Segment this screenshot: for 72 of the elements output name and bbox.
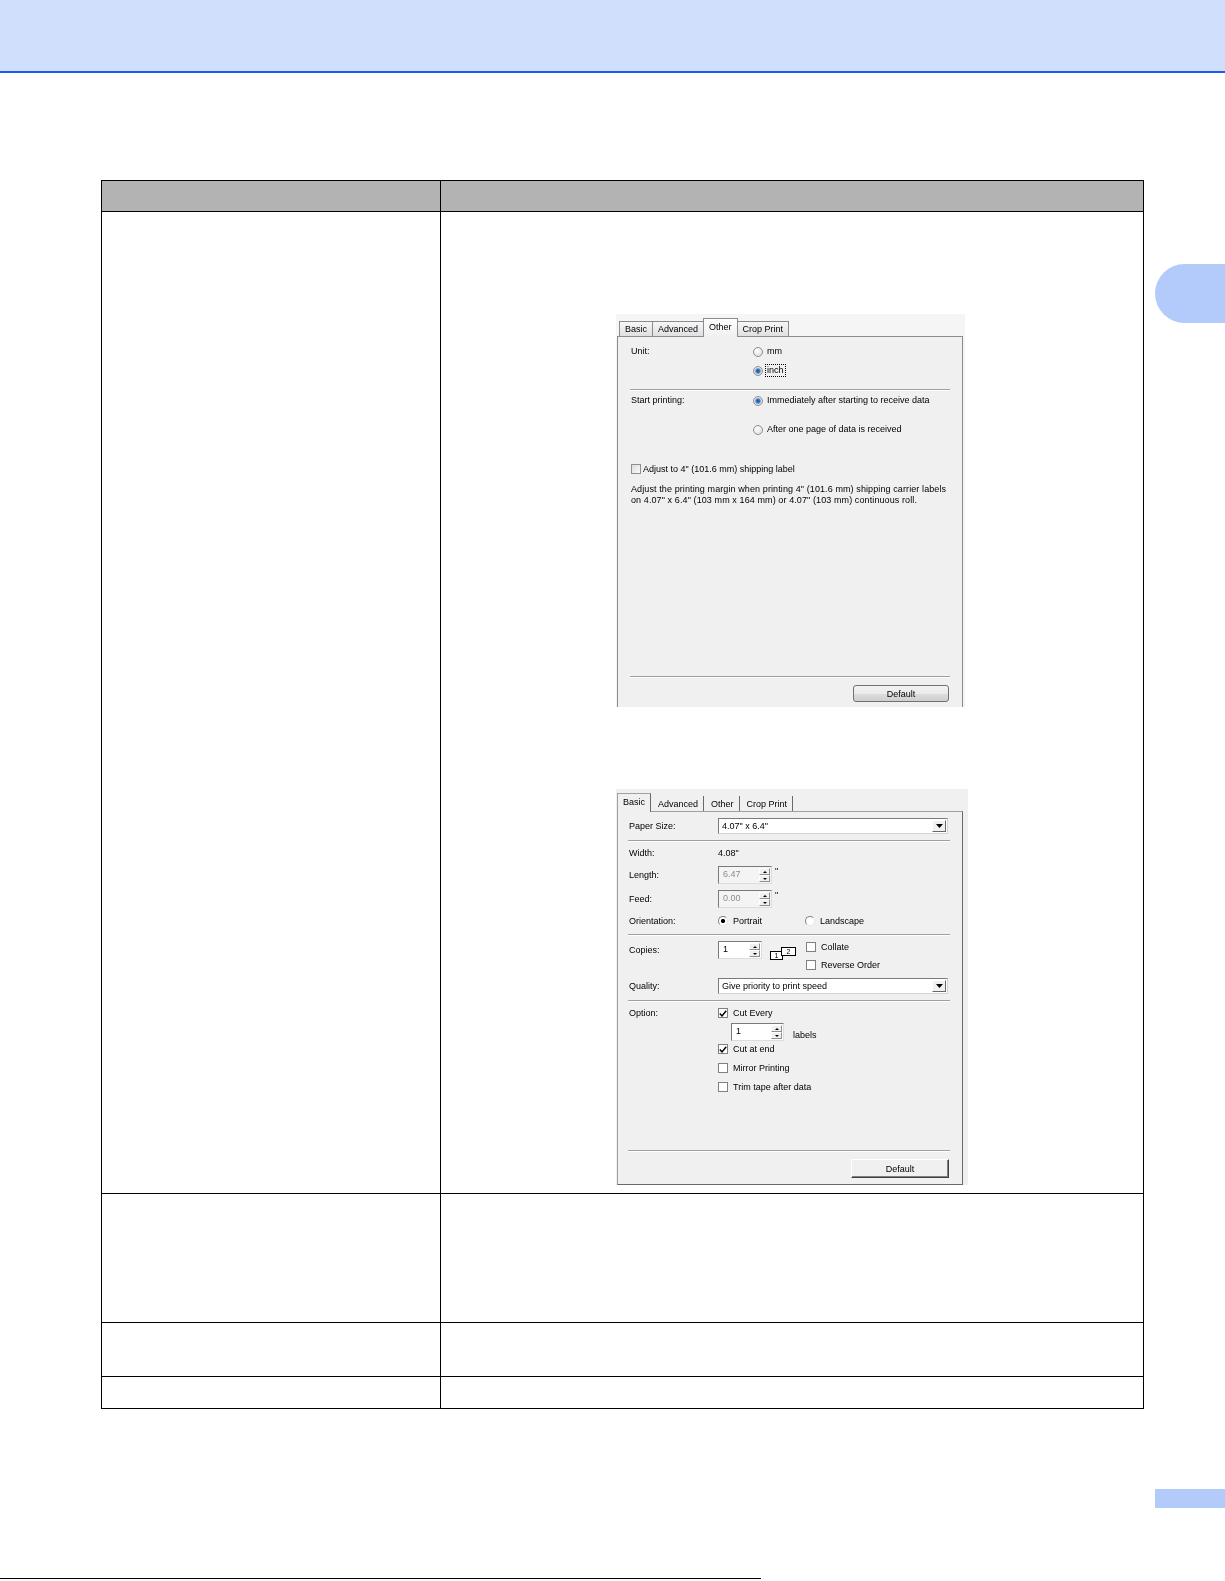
field-label: Start printing: xyxy=(631,394,685,407)
checkbox-option[interactable]: Mirror Printing xyxy=(718,1061,790,1075)
radio-option[interactable]: mm xyxy=(753,342,783,361)
checkbox-option[interactable]: Adjust to 4" (101.6 mm) shipping label xyxy=(631,459,795,478)
checkbox-option[interactable]: Cut at end xyxy=(718,1042,775,1056)
checkbox-option[interactable]: Collate xyxy=(806,940,849,954)
caret-down-icon xyxy=(752,952,757,955)
caret-down-icon xyxy=(762,877,767,880)
spin-down-button[interactable] xyxy=(771,1032,782,1039)
default-button[interactable]: Default xyxy=(853,685,949,702)
checkbox[interactable] xyxy=(718,1044,728,1054)
field-label: Unit: xyxy=(631,345,650,358)
checkbox[interactable] xyxy=(631,463,641,474)
checkmark-icon xyxy=(719,1009,727,1017)
caret-down-icon xyxy=(935,984,943,988)
checkbox[interactable] xyxy=(718,1008,728,1018)
field-label: Quality: xyxy=(629,980,660,993)
caret-up-icon xyxy=(774,1027,779,1030)
checkbox-option[interactable]: Trim tape after data xyxy=(718,1080,812,1094)
dropdown-button[interactable] xyxy=(932,980,946,992)
unit-mark: " xyxy=(775,866,779,876)
default-button[interactable]: Default xyxy=(851,1159,949,1178)
radio-button[interactable] xyxy=(753,424,763,435)
checkbox-option[interactable]: Cut Every xyxy=(718,1006,773,1020)
tab[interactable]: Advanced xyxy=(652,321,705,336)
field-label: Paper Size: xyxy=(629,820,676,833)
tab[interactable]: Basic xyxy=(617,793,651,812)
radio-option[interactable]: Portrait xyxy=(718,914,805,928)
checkbox[interactable] xyxy=(718,1082,728,1092)
spin-up-button[interactable] xyxy=(749,943,760,950)
dropdown-button[interactable] xyxy=(932,820,946,832)
spin-down-button[interactable] xyxy=(749,950,760,957)
field-label: Copies: xyxy=(629,944,660,957)
field-label: Orientation: xyxy=(629,915,676,928)
unit-mark: " xyxy=(775,890,779,900)
radio-button[interactable] xyxy=(753,395,763,406)
tab[interactable]: Other xyxy=(703,318,738,337)
caret-down-icon xyxy=(762,901,767,904)
radio-button[interactable] xyxy=(805,916,815,926)
tab[interactable]: Crop Print xyxy=(736,321,790,336)
note-text: Adjust the printing margin when printing 4" (101.6 mm) shipping carrier labels on 4.07" x 6.4" (103 mm x 164 mm) or 4.07" (103 mm) continuous roll. xyxy=(631,484,948,506)
field-label: Length: xyxy=(629,869,660,882)
checkmark-icon xyxy=(719,1045,727,1053)
checkbox[interactable] xyxy=(806,942,816,952)
value-text: 4.08" xyxy=(718,847,739,860)
caret-down-icon xyxy=(935,824,943,828)
checkbox[interactable] xyxy=(806,960,816,970)
caret-up-icon xyxy=(752,945,757,948)
tab[interactable]: Basic xyxy=(619,321,653,336)
checkbox-option[interactable]: Reverse Order xyxy=(806,958,881,972)
radio-button[interactable] xyxy=(753,346,763,357)
number-field[interactable]: 1 xyxy=(731,1023,784,1041)
side-marker xyxy=(1155,264,1225,323)
caret-up-icon xyxy=(762,870,767,873)
caret-up-icon xyxy=(762,894,767,897)
caret-down-icon xyxy=(774,1034,779,1037)
radio-option[interactable]: Immediately after starting to receive data xyxy=(753,391,931,410)
unit-label: labels xyxy=(793,1030,817,1041)
field-label: Width: xyxy=(629,847,655,860)
radio-option[interactable]: inch xyxy=(753,361,785,380)
field-label: Option: xyxy=(629,1007,659,1020)
radio-button[interactable] xyxy=(718,916,728,926)
number-field[interactable]: 1 xyxy=(718,941,762,959)
field-label: Feed: xyxy=(629,893,652,906)
radio-button[interactable] xyxy=(753,365,763,376)
radio-option[interactable]: Landscape xyxy=(805,914,866,928)
dropdown[interactable]: 4.07" x 6.4" xyxy=(718,818,948,834)
dropdown[interactable]: Give priority to print speed xyxy=(718,978,948,994)
radio-option[interactable]: After one page of data is received xyxy=(753,420,903,439)
footer-marker xyxy=(1155,1489,1225,1508)
checkbox[interactable] xyxy=(718,1063,728,1073)
spin-up-button[interactable] xyxy=(771,1025,782,1032)
